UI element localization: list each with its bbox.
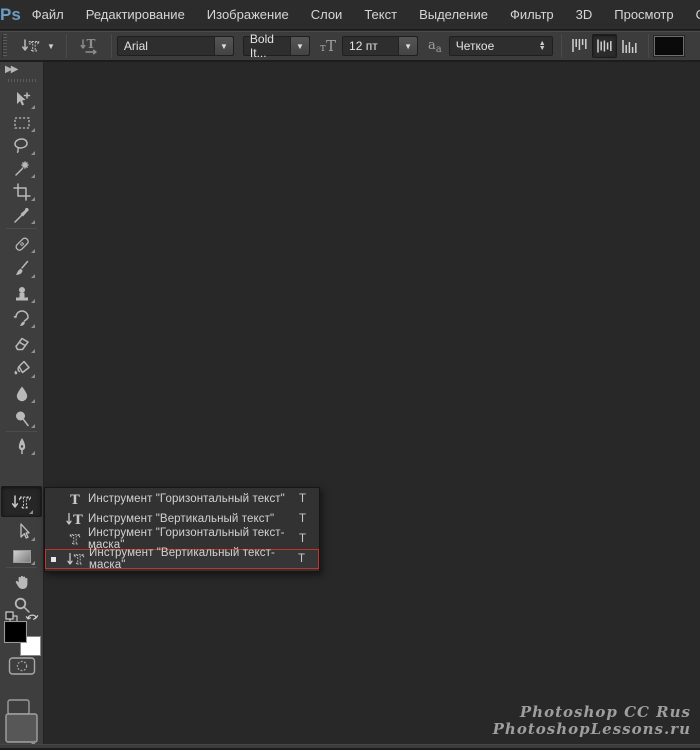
eyedropper-tool[interactable]	[0, 204, 43, 226]
text-color-swatch[interactable]	[654, 36, 684, 56]
rectangular-marquee-tool[interactable]	[0, 112, 43, 134]
vertical-type-mask-tool[interactable]: T	[1, 486, 42, 517]
tool-bar: ▶▶	[0, 62, 44, 744]
font-style-dropdown[interactable]: Bold It... ▼	[243, 36, 310, 56]
paint-bucket-tool[interactable]	[0, 358, 43, 380]
font-family-dropdown[interactable]: Arial ▼	[117, 36, 234, 56]
menu-bar: Ps ФайлРедактированиеИзображениеСлоиТекс…	[0, 0, 700, 30]
menu-item-7[interactable]: Фильтр	[499, 0, 565, 30]
anti-alias-icon: aa	[428, 38, 442, 55]
menu-item-10[interactable]: Окно	[685, 0, 700, 30]
svg-text:T: T	[70, 493, 80, 508]
chevron-down-icon[interactable]: ▼	[398, 37, 417, 55]
crop-tool[interactable]	[0, 181, 43, 203]
flyout-item-horizontal-type-mask[interactable]: TИнструмент "Горизонтальный текст-маска"…	[45, 529, 319, 549]
tool-preset-picker[interactable]: T ▼	[15, 33, 61, 59]
menu-item-1[interactable]: Файл	[21, 0, 75, 30]
watermark-line1: Photoshop CC Rus	[493, 704, 691, 721]
font-size-icon: тТ	[320, 37, 336, 55]
align-bottom-button[interactable]	[617, 34, 642, 58]
vertical-type-mask-icon: T	[21, 36, 43, 56]
font-style-value: Bold It...	[244, 32, 290, 60]
horizontal-type-mask-icon: T	[62, 530, 88, 548]
photoshop-logo: Ps	[0, 5, 21, 25]
flyout-item-label: Инструмент "Вертикальный текст-маска"	[89, 547, 298, 571]
collapse-panel-icon[interactable]: ▶▶	[5, 64, 16, 75]
align-top-button[interactable]	[567, 34, 592, 58]
foreground-color-swatch[interactable]	[5, 622, 26, 642]
blur-tool[interactable]	[0, 383, 43, 405]
menu-item-4[interactable]: Слои	[300, 0, 354, 30]
lasso-tool[interactable]	[0, 135, 43, 157]
chevron-down-icon[interactable]: ▼	[290, 37, 309, 55]
shortcut-key: T	[298, 553, 318, 565]
type-tool-flyout-menu: TИнструмент "Горизонтальный текст"T TИнс…	[44, 487, 320, 572]
flyout-item-horizontal-type[interactable]: TИнструмент "Горизонтальный текст"T	[45, 489, 319, 509]
stepper-arrows-icon[interactable]: ▲▼	[533, 37, 552, 55]
shortcut-key: T	[299, 493, 319, 505]
history-brush-tool[interactable]	[0, 308, 43, 330]
svg-text:T: T	[70, 533, 80, 548]
eraser-tool[interactable]	[0, 333, 43, 355]
font-family-value: Arial	[118, 39, 214, 53]
options-bar-grip[interactable]	[2, 34, 7, 58]
chevron-down-icon: ▼	[47, 42, 55, 51]
shortcut-key: T	[299, 513, 319, 525]
watermark-line2: PhotoshopLessons.ru	[493, 721, 691, 738]
horizontal-type-icon: T	[62, 490, 88, 508]
shortcut-key: T	[299, 533, 319, 545]
menu-items: ФайлРедактированиеИзображениеСлоиТекстВы…	[21, 0, 700, 30]
window-bottom-edge	[0, 744, 700, 750]
toolbar-grip[interactable]	[8, 79, 36, 82]
hand-tool[interactable]	[0, 571, 43, 593]
selected-bullet	[51, 557, 63, 562]
svg-text:T: T	[19, 494, 31, 512]
menu-item-9[interactable]: Просмотр	[603, 0, 684, 30]
color-swatches	[5, 622, 41, 656]
align-top-icon	[571, 38, 588, 54]
vertical-type-mask-icon: T	[63, 550, 89, 568]
options-bar: T ▼ T Arial ▼ Bold It... ▼ тТ 12 пт ▼ aa…	[0, 31, 700, 62]
chevron-down-icon[interactable]: ▼	[214, 37, 233, 55]
svg-text:T: T	[86, 37, 95, 51]
menu-item-3[interactable]: Изображение	[196, 0, 300, 30]
align-center-icon	[596, 38, 613, 54]
toggle-text-orientation-button[interactable]: T	[72, 33, 106, 59]
font-size-dropdown[interactable]: 12 пт ▼	[342, 36, 418, 56]
brush-tool[interactable]	[0, 258, 43, 280]
anti-alias-dropdown[interactable]: Четкое ▲▼	[449, 36, 553, 56]
swap-colors-icon	[26, 615, 38, 619]
pen-tool[interactable]	[0, 435, 43, 457]
magic-wand-tool[interactable]	[0, 158, 43, 180]
align-bottom-icon	[621, 38, 638, 54]
quick-mask-button[interactable]	[0, 654, 43, 678]
svg-text:T: T	[74, 553, 84, 568]
spot-healing-brush-tool[interactable]	[0, 233, 43, 255]
flyout-item-label: Инструмент "Вертикальный текст"	[88, 513, 299, 525]
clone-stamp-tool[interactable]	[0, 283, 43, 305]
align-center-button[interactable]	[592, 34, 617, 58]
menu-item-5[interactable]: Текст	[353, 0, 408, 30]
flyout-item-vertical-type[interactable]: TИнструмент "Вертикальный текст"T	[45, 509, 319, 529]
menu-item-8[interactable]: 3D	[565, 0, 604, 30]
font-size-value: 12 пт	[343, 39, 398, 53]
menu-item-6[interactable]: Выделение	[408, 0, 499, 30]
watermark: Photoshop CC Rus PhotoshopLessons.ru	[493, 704, 691, 738]
menu-item-2[interactable]: Редактирование	[75, 0, 196, 30]
default-colors-icon	[6, 612, 17, 623]
dodge-tool[interactable]	[0, 408, 43, 430]
move-tool[interactable]	[0, 89, 43, 111]
screen-mode-button[interactable]	[0, 698, 43, 746]
svg-text:T: T	[73, 513, 83, 528]
canvas-area[interactable]	[45, 62, 700, 744]
anti-alias-value: Четкое	[450, 39, 533, 53]
svg-text:T: T	[29, 40, 39, 55]
flyout-item-label: Инструмент "Горизонтальный текст"	[88, 493, 299, 505]
text-orientation-icon: T	[78, 36, 100, 56]
vertical-type-icon: T	[62, 510, 88, 528]
flyout-item-vertical-type-mask[interactable]: TИнструмент "Вертикальный текст-маска"T	[45, 549, 319, 569]
path-selection-tool[interactable]	[0, 521, 43, 543]
rectangle-shape-tool[interactable]	[0, 545, 43, 567]
